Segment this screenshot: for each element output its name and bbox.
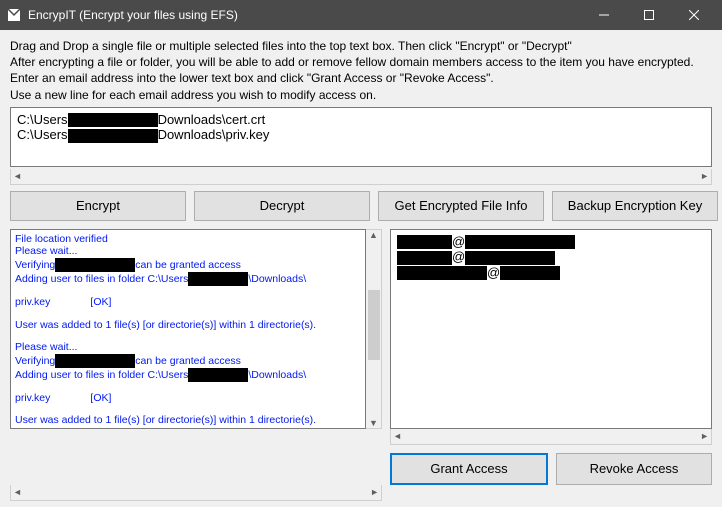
redacted-segment: [68, 129, 158, 143]
log-line: priv.key[OK]: [15, 392, 361, 405]
get-encrypted-info-button[interactable]: Get Encrypted File Info: [378, 191, 544, 221]
log-line: Adding user to files in folder C:\Users\…: [15, 368, 361, 382]
decrypt-button[interactable]: Decrypt: [194, 191, 370, 221]
scroll-down-icon[interactable]: ▼: [369, 418, 378, 428]
scroll-left-icon[interactable]: ◄: [13, 171, 22, 181]
redacted-segment: [397, 266, 487, 280]
app-icon: [6, 7, 22, 23]
redacted-segment: [465, 235, 575, 249]
log-hscrollbar[interactable]: ◄ ►: [10, 485, 382, 501]
scroll-thumb[interactable]: [368, 290, 380, 360]
file-box-hscrollbar[interactable]: ◄ ►: [10, 169, 712, 185]
redacted-segment: [397, 251, 452, 265]
redacted-segment: [397, 235, 452, 249]
log-line: User was added to 1 file(s) [or director…: [15, 414, 361, 427]
action-button-row: Encrypt Decrypt Get Encrypted File Info …: [10, 191, 712, 221]
log-line: Adding user to files in folder C:\Users\…: [15, 272, 361, 286]
titlebar: EncrypIT (Encrypt your files using EFS): [0, 0, 722, 30]
minimize-button[interactable]: [581, 0, 626, 30]
scroll-right-icon[interactable]: ►: [370, 487, 379, 497]
log-line: Please wait...: [15, 341, 361, 354]
file-path-line: C:\UsersDownloads\cert.crt: [17, 112, 705, 128]
instructions-text: Drag and Drop a single file or multiple …: [10, 38, 712, 103]
email-textbox[interactable]: @ @ @: [390, 229, 712, 429]
scroll-left-icon[interactable]: ◄: [13, 487, 22, 497]
instruction-line: Enter an email address into the lower te…: [10, 70, 712, 86]
log-line: Please wait...: [15, 245, 361, 258]
log-line: Verifyingcan be granted access: [15, 354, 361, 368]
instruction-line: Drag and Drop a single file or multiple …: [10, 38, 712, 54]
log-line: File location verified: [15, 233, 361, 246]
grant-access-button[interactable]: Grant Access: [390, 453, 548, 485]
email-box-hscrollbar[interactable]: ◄ ►: [390, 429, 712, 445]
revoke-access-button[interactable]: Revoke Access: [556, 453, 712, 485]
instruction-line: After encrypting a file or folder, you w…: [10, 54, 712, 70]
log-line: priv.key[OK]: [15, 296, 361, 309]
redacted-segment: [55, 258, 135, 272]
log-vscrollbar[interactable]: ▲ ▼: [366, 229, 382, 429]
log-line: Verifyingcan be granted access: [15, 258, 361, 272]
file-path-line: C:\UsersDownloads\priv.key: [17, 127, 705, 143]
encrypt-button[interactable]: Encrypt: [10, 191, 186, 221]
email-line: @: [397, 234, 705, 250]
redacted-segment: [55, 354, 135, 368]
log-line: User was added to 1 file(s) [or director…: [15, 319, 361, 332]
log-output-textbox[interactable]: File location verified Please wait... Ve…: [10, 229, 366, 429]
email-line: @: [397, 249, 705, 265]
backup-key-button[interactable]: Backup Encryption Key: [552, 191, 718, 221]
scroll-up-icon[interactable]: ▲: [369, 230, 378, 240]
maximize-button[interactable]: [626, 0, 671, 30]
scroll-right-icon[interactable]: ►: [700, 171, 709, 181]
redacted-segment: [500, 266, 560, 280]
close-button[interactable]: [671, 0, 716, 30]
email-line: @: [397, 265, 705, 281]
scroll-left-icon[interactable]: ◄: [393, 431, 402, 441]
scroll-right-icon[interactable]: ►: [700, 431, 709, 441]
redacted-segment: [188, 272, 248, 286]
file-drop-textbox[interactable]: C:\UsersDownloads\cert.crt C:\UsersDownl…: [10, 107, 712, 167]
window-title: EncrypIT (Encrypt your files using EFS): [28, 8, 238, 22]
redacted-segment: [68, 113, 158, 127]
redacted-segment: [465, 251, 555, 265]
redacted-segment: [188, 368, 248, 382]
instruction-line: Use a new line for each email address yo…: [10, 87, 712, 103]
